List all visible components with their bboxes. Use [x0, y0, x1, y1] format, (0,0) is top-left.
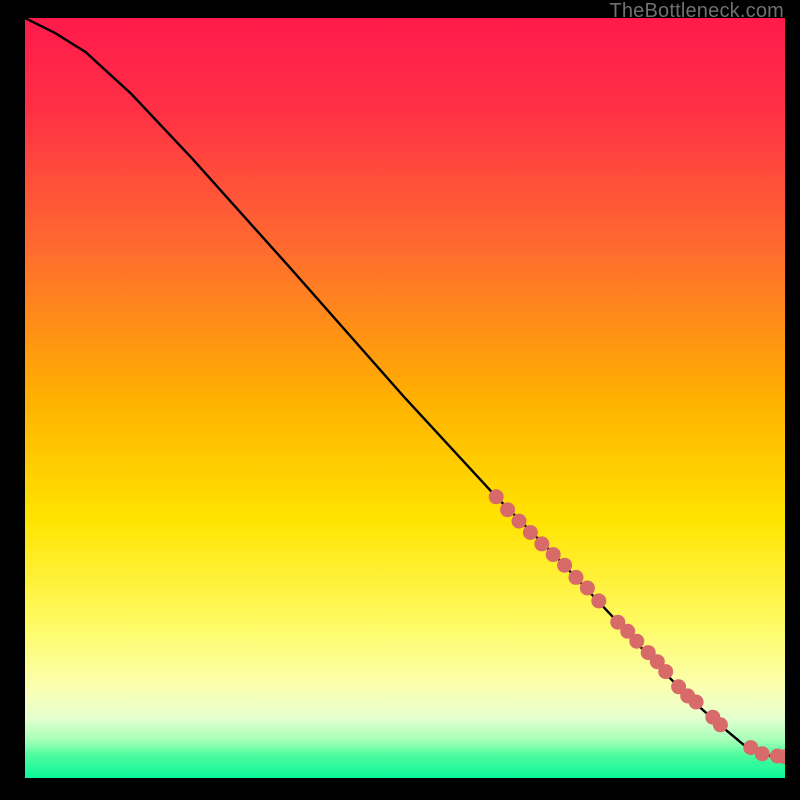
data-point: [580, 581, 595, 596]
bottleneck-curve: [25, 18, 785, 757]
data-point: [569, 570, 584, 585]
data-point: [489, 489, 504, 504]
watermark-text: TheBottleneck.com: [609, 0, 784, 23]
data-point: [629, 634, 644, 649]
data-point: [500, 502, 515, 517]
chart-stage: TheBottleneck.com: [0, 0, 800, 800]
data-point: [512, 514, 527, 529]
marker-group: [489, 489, 785, 764]
data-point: [713, 717, 728, 732]
data-point: [755, 746, 770, 761]
data-point: [523, 525, 538, 540]
data-point: [591, 593, 606, 608]
data-point: [557, 558, 572, 573]
data-point: [689, 695, 704, 710]
plot-area: [25, 18, 785, 778]
data-point: [534, 536, 549, 551]
data-point: [546, 547, 561, 562]
curve-layer: [25, 18, 785, 778]
data-point: [658, 664, 673, 679]
